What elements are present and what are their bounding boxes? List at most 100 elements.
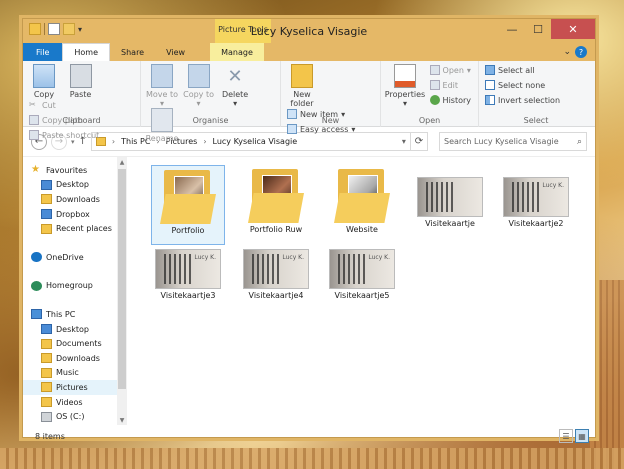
view-switcher: ☰ ▦ [559, 429, 589, 443]
paste-button[interactable]: Paste [64, 64, 98, 99]
group-label: New [321, 116, 340, 125]
edit-button[interactable]: Edit [429, 79, 471, 91]
nav-pc-videos[interactable]: Videos [23, 395, 127, 410]
nav-favourites[interactable]: ★ Favourites [23, 163, 127, 178]
nav-scrollbar[interactable]: ▲ ▼ [117, 157, 127, 425]
nav-fav-desktop[interactable]: Desktop [23, 178, 127, 193]
maximize-button[interactable]: ☐ [525, 19, 551, 39]
scroll-down-arrow[interactable]: ▼ [117, 415, 127, 425]
nav-pc-music[interactable]: Music [23, 366, 127, 381]
open-button[interactable]: Open ▾ [429, 64, 471, 76]
nav-onedrive[interactable]: OneDrive [23, 250, 127, 265]
properties-button[interactable]: Properties ▾ [385, 64, 425, 108]
nav-pc-pictures[interactable]: Pictures [23, 380, 127, 395]
nav-pc-documents[interactable]: Documents [23, 336, 127, 351]
folder-icon [248, 165, 304, 223]
image-thumbnail: Lucy K. [503, 177, 569, 217]
scroll-up-arrow[interactable]: ▲ [117, 157, 127, 167]
file-list: Portfolio Portfolio Ruw Website Visiteka… [127, 157, 595, 425]
move-to-button[interactable]: Move to ▾ [145, 64, 179, 108]
folder-item-website[interactable]: Website [325, 165, 399, 245]
desktop-icon [41, 324, 52, 335]
status-bar: 8 items ☰ ▦ [23, 425, 595, 447]
tab-share[interactable]: Share [110, 43, 155, 61]
large-icons-view-icon[interactable]: ▦ [575, 429, 589, 443]
select-all-button[interactable]: Select all [485, 64, 560, 76]
documents-icon [41, 338, 52, 349]
refresh-button[interactable]: ⟳ [409, 132, 428, 151]
rename-button[interactable]: Rename [145, 108, 179, 143]
image-item-visitekaartje3[interactable]: Lucy K. Visitekaartje3 [151, 237, 225, 307]
nav-this-pc[interactable]: This PC [23, 307, 127, 322]
title-bar[interactable]: ▾ Picture Tools Lucy Kyselica Visagie — … [23, 19, 595, 43]
image-item-visitekaartje[interactable]: Visitekaartje [413, 165, 487, 245]
help-icon[interactable]: ? [575, 46, 587, 58]
folder-icon [160, 166, 216, 224]
image-item-visitekaartje4[interactable]: Lucy K. Visitekaartje4 [239, 237, 313, 307]
ribbon-tabs: File Home Share View Manage ⌄ ? [23, 43, 595, 61]
nav-pc-desktop[interactable]: Desktop [23, 322, 127, 337]
videos-icon [41, 397, 52, 408]
nav-fav-recent[interactable]: Recent places [23, 221, 127, 236]
drive-icon [41, 411, 52, 422]
history-button[interactable]: History [429, 94, 471, 106]
minimize-button[interactable]: — [499, 19, 525, 39]
homegroup-icon [31, 280, 42, 291]
copy-to-icon [187, 64, 210, 88]
nav-homegroup[interactable]: Homegroup [23, 279, 127, 294]
image-item-visitekaartje2[interactable]: Lucy K. Visitekaartje2 [499, 165, 573, 245]
new-folder-button[interactable]: New folder [285, 64, 319, 108]
nav-fav-dropbox[interactable]: Dropbox [23, 207, 127, 222]
image-thumbnail: Lucy K. [155, 249, 221, 289]
nav-pc-os-c[interactable]: OS (C:) [23, 409, 127, 424]
main-body: ★ Favourites Desktop Downloads Dropbox Re… [23, 157, 595, 425]
paste-shortcut-button[interactable]: Paste shortcut [29, 129, 99, 141]
easy-access-icon [287, 124, 297, 134]
computer-icon [31, 309, 42, 320]
dropbox-icon [41, 209, 52, 220]
pictures-icon [41, 382, 52, 393]
select-none-button[interactable]: Select none [485, 79, 560, 91]
ribbon: Copy Paste ✂ Cut Copy path Paste shortcut… [23, 61, 595, 143]
folder-item-portfolio[interactable]: Portfolio [151, 165, 225, 245]
tab-file[interactable]: File [23, 43, 63, 61]
nav-fav-downloads[interactable]: Downloads [23, 192, 127, 207]
tab-manage[interactable]: Manage [210, 43, 264, 61]
delete-icon: ✕ [227, 65, 243, 87]
chevron-down-icon[interactable]: ⌄ [563, 47, 571, 57]
music-icon [41, 367, 52, 378]
navigation-pane: ★ Favourites Desktop Downloads Dropbox Re… [23, 157, 127, 425]
item-count: 8 items [35, 431, 65, 441]
breadcrumb[interactable]: › This PC › Pictures › Lucy Kyselica Vis… [90, 132, 411, 151]
folder-item-portfolio-ruw[interactable]: Portfolio Ruw [239, 165, 313, 245]
copy-to-button[interactable]: Copy to ▾ [182, 64, 216, 108]
new-group: New folder New item ▾ Easy access ▾ New [281, 61, 381, 134]
search-input[interactable]: Search Lucy Kyselica Visagie ⌕ [439, 132, 587, 151]
edit-icon [429, 80, 440, 90]
details-view-icon[interactable]: ☰ [559, 429, 573, 443]
tab-home[interactable]: Home [62, 43, 111, 61]
select-all-icon [485, 65, 495, 75]
group-label: Clipboard [62, 116, 101, 125]
close-button[interactable]: ✕ [551, 19, 595, 39]
address-dropdown-icon[interactable]: ▾ [402, 137, 406, 146]
scissors-icon: ✂ [29, 100, 36, 109]
clipboard-group: Copy Paste ✂ Cut Copy path Paste shortcut… [23, 61, 141, 140]
select-none-icon [485, 80, 495, 90]
organise-group: Move to ▾ Copy to ▾ ✕ Delete ▾ Rename Organ… [141, 61, 281, 143]
invert-selection-icon [485, 95, 495, 105]
scroll-thumb[interactable] [118, 169, 126, 389]
nav-pc-downloads[interactable]: Downloads [23, 351, 127, 366]
image-thumbnail [417, 177, 483, 217]
invert-selection-button[interactable]: Invert selection [485, 94, 560, 106]
cut-button[interactable]: ✂ Cut [29, 99, 99, 111]
copy-button[interactable]: Copy [27, 64, 61, 99]
open-icon [429, 65, 440, 75]
window-controls: — ☐ ✕ [499, 19, 595, 39]
crumb-current[interactable]: Lucy Kyselica Visagie [213, 137, 298, 146]
downloads-icon [41, 353, 52, 364]
delete-button[interactable]: ✕ Delete ▾ [218, 64, 252, 109]
tab-view[interactable]: View [155, 43, 196, 61]
explorer-window: ▾ Picture Tools Lucy Kyselica Visagie — … [22, 18, 596, 443]
image-item-visitekaartje5[interactable]: Lucy K. Visitekaartje5 [325, 237, 399, 307]
